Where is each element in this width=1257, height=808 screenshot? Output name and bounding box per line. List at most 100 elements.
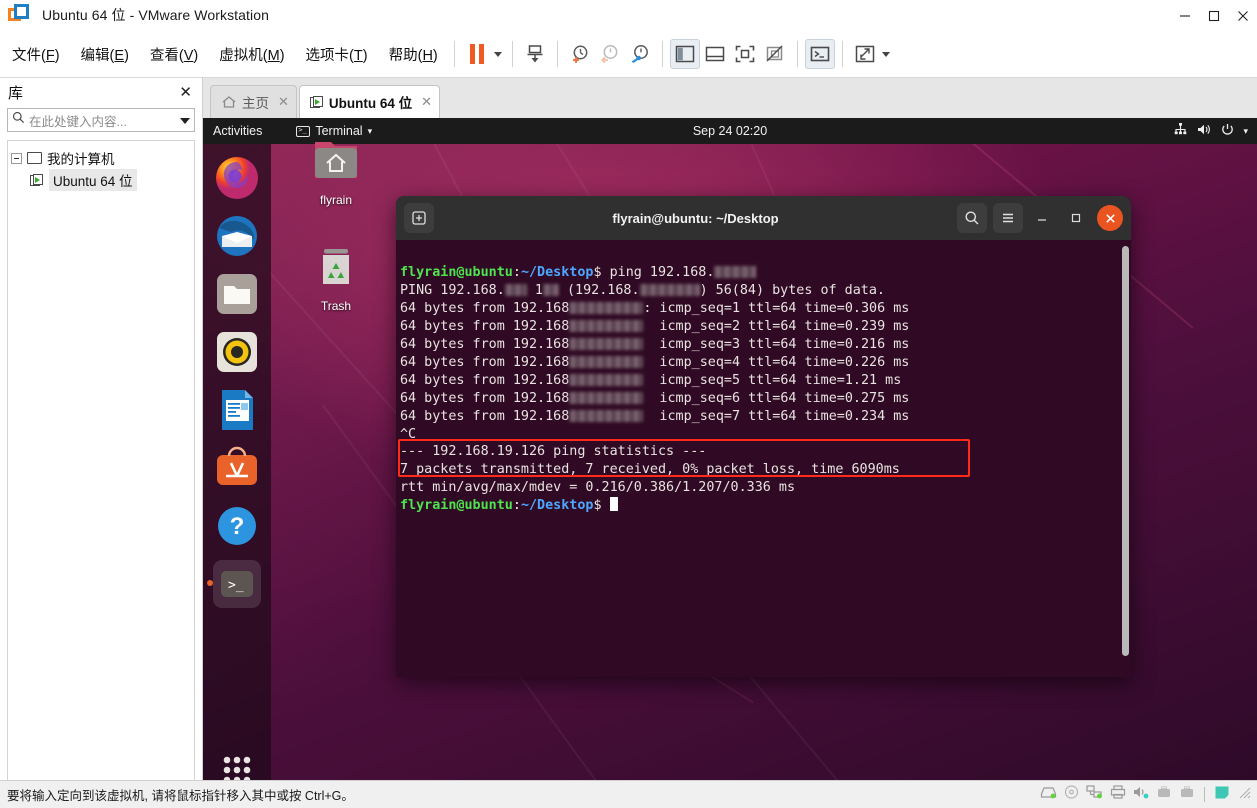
network-adapter-icon[interactable]: [1086, 785, 1103, 804]
menu-help[interactable]: 帮助(H): [380, 40, 447, 69]
ping-reply-post: : icmp_seq=1 ttl=64 time=0.306 ms: [643, 300, 910, 316]
console-view-icon[interactable]: [804, 39, 835, 69]
menu-edit[interactable]: 编辑(E): [72, 40, 138, 69]
tree-item-my-computer[interactable]: 我的计算机: [8, 147, 194, 169]
snapshot-take-icon[interactable]: [565, 39, 595, 69]
thunderbird-icon: [217, 216, 257, 256]
ping-reply-post: icmp_seq=7 ttl=64 time=0.234 ms: [643, 408, 910, 424]
tab-label: 主页: [242, 96, 269, 111]
show-applications-icon: [223, 756, 251, 780]
dock-item-firefox[interactable]: [213, 154, 261, 202]
dock-item-show-applications[interactable]: [213, 746, 261, 780]
tree-item-ubuntu-vm[interactable]: Ubuntu 64 位: [8, 169, 194, 191]
chevron-down-icon: ▾: [367, 125, 373, 136]
close-button[interactable]: [1228, 0, 1257, 31]
window-titlebar: Ubuntu 64 位 - VMware Workstation: [0, 0, 1257, 31]
desktop-icon-flyrain[interactable]: flyrain: [299, 136, 373, 207]
ubuntu-dock: ? >_: [203, 144, 271, 780]
terminal-minimize-button[interactable]: [1027, 203, 1057, 233]
minimize-button[interactable]: [1170, 0, 1199, 31]
dock-item-terminal[interactable]: >_: [207, 560, 261, 608]
ping-reply-post: icmp_seq=5 ttl=64 time=1.21 ms: [643, 372, 902, 388]
terminal-scrollbar[interactable]: [1122, 246, 1129, 656]
dock-item-files[interactable]: [213, 270, 261, 318]
vm-icon: [30, 173, 44, 187]
toolbar-divider: [511, 41, 513, 67]
tab-ubuntu-vm[interactable]: Ubuntu 64 位 ✕: [298, 85, 441, 118]
terminal-title: flyrain@ubuntu: ~/Desktop: [612, 210, 779, 226]
hamburger-menu-icon[interactable]: [993, 203, 1023, 233]
svg-text:>_: >_: [228, 578, 244, 593]
library-close-button[interactable]: ✕: [175, 83, 196, 101]
vmware-workstation-window: Ubuntu 64 位 - VMware Workstation 文件(F) 编…: [0, 0, 1257, 808]
terminal-maximize-button[interactable]: [1061, 203, 1091, 233]
printer-icon[interactable]: [1110, 785, 1126, 804]
desktop-icon-label: flyrain: [319, 193, 352, 207]
guest-os-screen[interactable]: Activities Terminal ▾ Sep 24 02:20 ▾: [203, 118, 1257, 780]
terminal-titlebar[interactable]: flyrain@ubuntu: ~/Desktop: [396, 196, 1131, 240]
dock-item-thunderbird[interactable]: [213, 212, 261, 260]
tab-close-icon[interactable]: ✕: [421, 94, 432, 110]
toolbar-divider: [453, 41, 455, 67]
collapse-icon[interactable]: [11, 152, 22, 164]
new-tab-icon[interactable]: [404, 203, 434, 233]
unity-mode-icon[interactable]: [760, 39, 790, 69]
menu-view[interactable]: 查看(V): [141, 40, 207, 69]
menu-vm[interactable]: 虚拟机(M): [210, 40, 293, 69]
running-indicator-dot: [207, 580, 213, 586]
caret-down-icon[interactable]: ▾: [1243, 126, 1248, 137]
tab-strip: 主页 ✕ Ubuntu 64 位 ✕: [203, 78, 1257, 118]
redacted-ip-octets: [569, 391, 644, 404]
redacted-ip-octets: [569, 319, 644, 332]
show-thumbnail-bar-icon[interactable]: [700, 39, 730, 69]
hard-disk-icon[interactable]: [1040, 785, 1057, 804]
suspend-dropdown-caret-icon[interactable]: [492, 41, 505, 67]
gnome-system-tray[interactable]: ▾: [1173, 123, 1248, 139]
snapshot-manager-icon[interactable]: [625, 39, 655, 69]
library-panel: 库 ✕ 在此处键入内容... 我的计算机 Ubuntu 64 位: [0, 78, 203, 780]
tab-home[interactable]: 主页 ✕: [210, 85, 297, 118]
usb-icon[interactable]: [1179, 785, 1195, 804]
desktop-icon-trash[interactable]: Trash: [299, 242, 373, 313]
show-library-icon[interactable]: [669, 39, 700, 69]
tab-close-icon[interactable]: ✕: [278, 94, 289, 110]
menu-file[interactable]: 文件(F): [3, 40, 69, 69]
ping-reply-post: icmp_seq=2 ttl=64 time=0.239 ms: [643, 318, 910, 334]
power-on-icon[interactable]: [520, 39, 550, 69]
dock-item-libreoffice-writer[interactable]: [213, 386, 261, 434]
ping-reply-pre: 64 bytes from 192.168: [400, 372, 570, 388]
terminal-window[interactable]: flyrain@ubuntu: ~/Desktop flyrain@ubuntu: [396, 196, 1131, 677]
maximize-button[interactable]: [1199, 0, 1228, 31]
library-search-box[interactable]: 在此处键入内容...: [7, 108, 195, 132]
search-icon[interactable]: [957, 203, 987, 233]
prompt-symbol: $: [593, 498, 602, 514]
trash-icon: [323, 249, 349, 284]
dock-item-ubuntu-software[interactable]: [213, 444, 261, 492]
ping-reply-pre: 64 bytes from 192.168: [400, 300, 570, 316]
terminal-output[interactable]: flyrain@ubuntu:~/Desktop$ ping 192.168. …: [396, 240, 1131, 677]
full-screen-icon[interactable]: [730, 39, 760, 69]
search-dropdown-caret-icon[interactable]: [180, 111, 190, 129]
cd-dvd-icon[interactable]: [1064, 785, 1079, 804]
display-icon[interactable]: [1214, 785, 1230, 805]
activities-button[interactable]: Activities: [213, 124, 262, 138]
status-device-icons: [1040, 785, 1251, 805]
snapshot-revert-icon[interactable]: [595, 39, 625, 69]
redacted-ip-octets: [569, 373, 644, 386]
search-icon: [12, 111, 25, 129]
menu-tabs[interactable]: 选项卡(T): [297, 40, 377, 69]
dock-item-help[interactable]: ?: [213, 502, 261, 550]
stretch-icon[interactable]: [850, 39, 880, 69]
stretch-dropdown-caret-icon[interactable]: [880, 41, 893, 67]
status-divider: [1204, 787, 1205, 802]
terminal-close-button[interactable]: [1097, 205, 1123, 231]
prompt-symbol: $: [593, 264, 602, 280]
suspend-icon[interactable]: [462, 39, 492, 69]
sound-card-icon[interactable]: [1133, 785, 1149, 804]
dock-item-rhythmbox[interactable]: [213, 328, 261, 376]
usb-icon[interactable]: [1156, 785, 1172, 804]
prompt-path: ~/Desktop: [520, 264, 594, 280]
ping-statistics-header: --- 192.168.19.126 ping statistics ---: [400, 444, 707, 460]
resize-grip-icon[interactable]: [1237, 785, 1251, 804]
toolbar-divider: [556, 41, 558, 67]
